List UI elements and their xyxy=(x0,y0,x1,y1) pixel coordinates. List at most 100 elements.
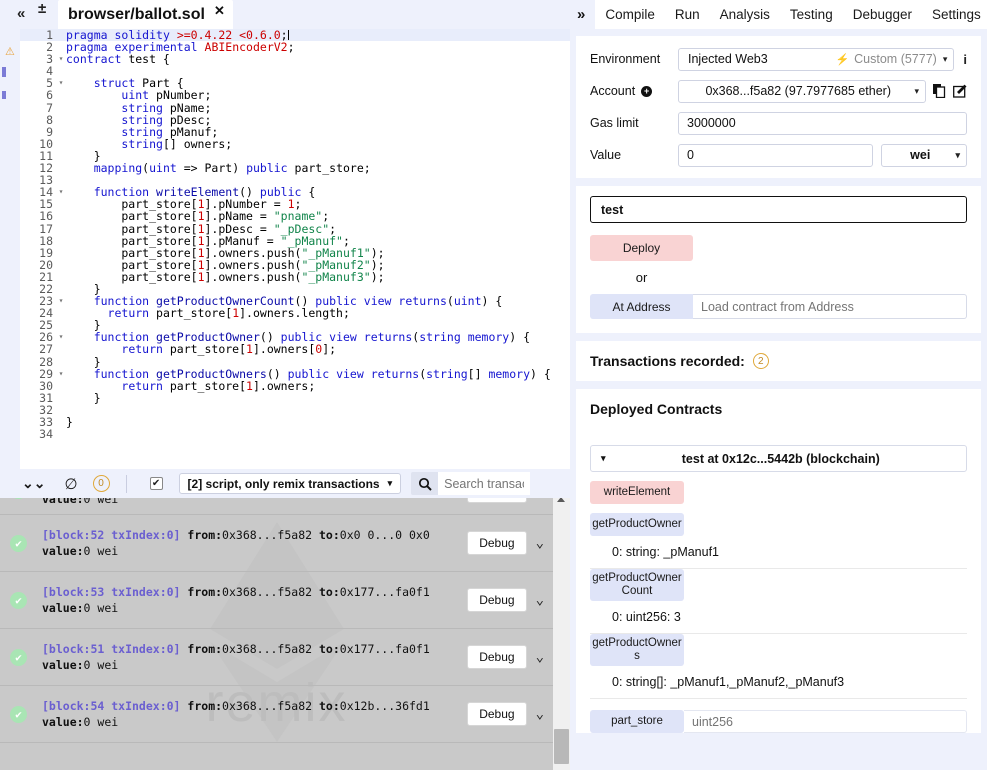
expand-panel-icon[interactable]: » xyxy=(577,6,585,23)
transaction-summary: [block:52 txIndex:0] from:0x368...f5a82 … xyxy=(42,527,467,559)
code-line[interactable]: 32 xyxy=(20,404,570,416)
tab-testing[interactable]: Testing xyxy=(779,0,843,29)
code-line[interactable]: 33} xyxy=(20,416,570,428)
contract-select[interactable]: test xyxy=(590,196,967,223)
debug-button[interactable]: Debug xyxy=(467,702,527,726)
account-select[interactable]: 0x368...f5a82 (97.7977685 ether) ▾ xyxy=(678,79,926,103)
collapse-panel-icon[interactable]: « xyxy=(17,6,25,21)
code-editor[interactable]: ⚠ 1 pragma solidity >=0.4.22 <0.6.0; 2 prag… xyxy=(0,29,570,469)
part-store-input[interactable] xyxy=(684,710,967,733)
code-line[interactable]: 3 ▾ contract test { xyxy=(20,53,570,65)
transaction-row[interactable]: ✔ [block:52 txIndex:0] from:0x368...f5a82… xyxy=(0,515,553,572)
transaction-block: [block:54 txIndex:0] xyxy=(42,699,181,713)
transactions-recorded-row[interactable]: Transactions recorded: 2 xyxy=(590,353,967,369)
function-button-getProductOwner[interactable]: getProductOwner xyxy=(590,513,684,536)
tab-compile[interactable]: Compile xyxy=(595,0,665,29)
transaction-block: [block:52 txIndex:0] xyxy=(42,528,181,542)
function-button-getProductOwnerCount[interactable]: getProductOwnerCount xyxy=(590,569,684,601)
line-number: 18 xyxy=(39,233,53,248)
function-button-getProductOwners[interactable]: getProductOwners xyxy=(590,634,684,666)
editor-pane: « ± browser/ballot.sol ✕ ⚠ 1 pragma solid… xyxy=(0,0,570,770)
contract-function-list: writeElement getProductOwner 0: string: _p… xyxy=(590,481,967,699)
fold-toggle-icon[interactable]: ▾ xyxy=(56,368,66,380)
debug-button[interactable]: Debug xyxy=(467,588,527,612)
gas-limit-input[interactable] xyxy=(678,111,967,135)
warning-icon[interactable]: ⚠ xyxy=(5,45,15,58)
transaction-row[interactable]: ✔ [block:53 txIndex:0] from:0x368...f5a82… xyxy=(0,572,553,629)
deploy-button[interactable]: Deploy xyxy=(590,235,693,261)
fold-toggle-icon[interactable]: ▾ xyxy=(56,295,66,307)
code-line[interactable]: 34 xyxy=(20,428,570,440)
search-transactions-input[interactable] xyxy=(438,472,531,495)
transaction-from-address: 0x368...f5a82 xyxy=(222,699,319,713)
code-line[interactable]: 27 return part_store[1].owners[0]; xyxy=(20,343,570,355)
listen-network-checkbox[interactable]: ✔ xyxy=(149,477,163,490)
edit-icon[interactable] xyxy=(953,84,967,98)
at-address-button[interactable]: At Address xyxy=(590,294,693,319)
fold-toggle-icon[interactable]: ▾ xyxy=(56,186,66,198)
copy-icon[interactable] xyxy=(933,84,946,98)
search-icon[interactable] xyxy=(411,472,439,495)
tab-settings[interactable]: Settings xyxy=(922,0,987,29)
debug-button[interactable]: Debug xyxy=(467,645,527,669)
transaction-row[interactable]: ✔ [block:54 txIndex:0] from:0x368...f5a82… xyxy=(0,686,553,743)
close-icon[interactable]: ✕ xyxy=(214,3,225,19)
part-store-button[interactable]: part_store xyxy=(590,710,684,733)
file-tab-ballot-sol[interactable]: browser/ballot.sol ✕ xyxy=(58,0,233,29)
transaction-value-label: value: xyxy=(42,715,84,729)
chevron-double-down-icon[interactable]: ⌄⌄ xyxy=(22,475,45,492)
debug-button[interactable]: Debug xyxy=(467,531,527,555)
tab-debugger[interactable]: Debugger xyxy=(842,0,922,29)
fold-toggle-icon[interactable]: ▾ xyxy=(56,53,66,65)
transaction-to-address: 0x177...fa0f1 xyxy=(339,642,430,656)
environment-value: Injected Web3 xyxy=(688,52,768,66)
or-label: or xyxy=(635,270,648,285)
info-icon[interactable]: i xyxy=(963,52,967,67)
scrollbar-thumb[interactable] xyxy=(554,729,569,764)
tab-run[interactable]: Run xyxy=(664,0,710,29)
tab-analysis[interactable]: Analysis xyxy=(709,0,780,29)
code-line[interactable]: 21 part_store[1].owners.push("_pManuf3")… xyxy=(20,271,570,283)
at-address-input[interactable] xyxy=(693,294,967,319)
fold-toggle-icon[interactable]: ▾ xyxy=(56,331,66,343)
deployed-contracts-card: Deployed Contracts ▾ test at 0x12c...544… xyxy=(576,389,981,733)
chevron-down-icon[interactable]: ⌄ xyxy=(536,649,544,665)
value-unit-select[interactable]: wei ▾ xyxy=(881,143,967,167)
value-input[interactable] xyxy=(678,143,873,167)
line-number: 16 xyxy=(39,209,53,224)
line-number: 6 xyxy=(46,88,53,103)
font-size-icon[interactable]: ± xyxy=(38,1,46,16)
terminal-scrollbar[interactable] xyxy=(553,494,570,770)
code-line[interactable]: 24 return part_store[1].owners.length; xyxy=(20,307,570,319)
chevron-down-icon[interactable]: ⌄ xyxy=(536,706,544,722)
chevron-down-icon[interactable]: ⌄ xyxy=(536,592,544,608)
add-account-icon[interactable]: + xyxy=(641,85,653,97)
transaction-filter-select[interactable]: [2] script, only remix transactions ▾ xyxy=(178,473,402,494)
editor-tab-bar: « ± browser/ballot.sol ✕ xyxy=(0,0,570,29)
chevron-down-icon[interactable]: ⌄ xyxy=(536,535,544,551)
account-label-text: Account xyxy=(590,84,636,98)
code-line[interactable]: 12 mapping(uint => Part) public part_sto… xyxy=(20,162,570,174)
code-line[interactable]: 30 return part_store[1].owners; xyxy=(20,380,570,392)
transaction-filter-label: [2] script, only remix transactions xyxy=(187,476,380,491)
transaction-log[interactable]: remix ✔[block:50 txIndex:0] from:0x368..… xyxy=(0,494,553,770)
contract-instance-header[interactable]: ▾ test at 0x12c...5442b (blockchain) xyxy=(590,445,967,472)
function-button-writeElement[interactable]: writeElement xyxy=(590,481,684,504)
environment-select[interactable]: Injected Web3 ⚡ Custom (5777) ▾ xyxy=(678,47,955,71)
code-line[interactable]: 10 string[] owners; xyxy=(20,138,570,150)
transaction-summary: [block:51 txIndex:0] from:0x368...f5a82 … xyxy=(42,641,467,673)
code-content[interactable]: 1 pragma solidity >=0.4.22 <0.6.0; 2 pragma… xyxy=(20,29,570,469)
transaction-from-label: from: xyxy=(187,585,223,599)
fold-toggle-icon[interactable]: ▾ xyxy=(56,77,66,89)
clear-console-icon[interactable]: ∅ xyxy=(64,475,77,493)
transaction-to-address: 0x12b...36fd1 xyxy=(339,699,430,713)
transaction-row[interactable]: ✔ [block:51 txIndex:0] from:0x368...f5a82… xyxy=(0,629,553,686)
code-line[interactable]: 31 } xyxy=(20,392,570,404)
environment-provider: Custom (5777) xyxy=(854,52,937,66)
transaction-from-address: 0x368...f5a82 xyxy=(222,642,319,656)
